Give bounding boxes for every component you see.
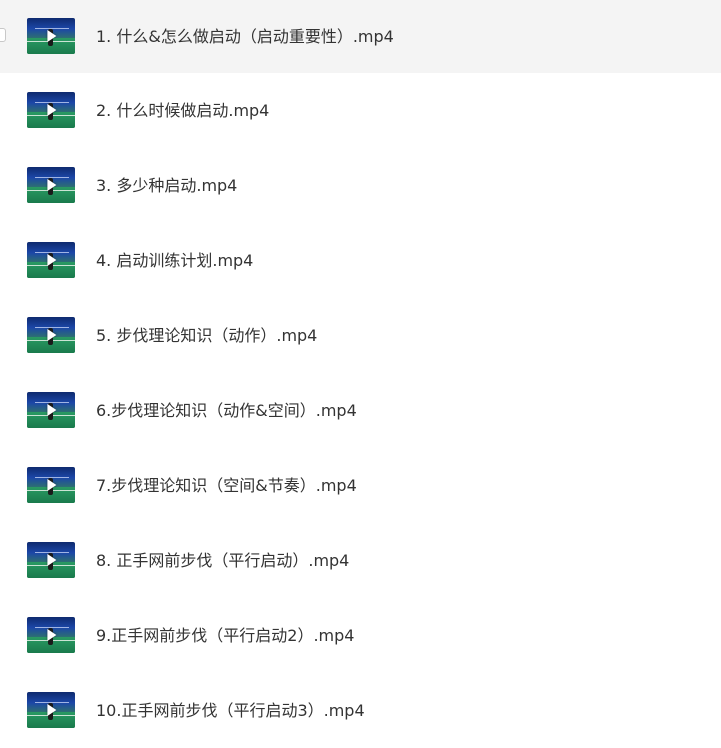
file-name[interactable]: 1. 什么&怎么做启动（启动重要性）.mp4 [96,27,394,47]
video-thumbnail-icon[interactable] [27,317,75,353]
play-icon [47,404,57,416]
play-icon [47,329,57,341]
file-row[interactable]: 5. 步伐理论知识（动作）.mp4 [0,298,721,373]
video-thumbnail-icon[interactable] [27,92,75,128]
file-name[interactable]: 10.正手网前步伐（平行启动3）.mp4 [96,701,365,721]
video-thumbnail-icon[interactable] [27,167,75,203]
play-icon [47,479,57,491]
play-icon [47,30,57,42]
file-name[interactable]: 3. 多少种启动.mp4 [96,176,237,196]
file-row[interactable]: 2. 什么时候做启动.mp4 [0,73,721,148]
play-icon [47,629,57,641]
file-name[interactable]: 9.正手网前步伐（平行启动2）.mp4 [96,626,354,646]
row-checkbox[interactable] [0,28,6,42]
file-name[interactable]: 6.步伐理论知识（动作&空间）.mp4 [96,401,357,421]
file-name[interactable]: 4. 启动训练计划.mp4 [96,251,253,271]
video-thumbnail-icon[interactable] [27,617,75,653]
file-row[interactable]: 4. 启动训练计划.mp4 [0,223,721,298]
file-row[interactable]: 6.步伐理论知识（动作&空间）.mp4 [0,373,721,448]
file-row[interactable]: 3. 多少种启动.mp4 [0,148,721,223]
play-icon [47,554,57,566]
file-name[interactable]: 5. 步伐理论知识（动作）.mp4 [96,326,317,346]
video-thumbnail-icon[interactable] [27,242,75,278]
video-thumbnail-icon[interactable] [27,692,75,728]
file-row[interactable]: 8. 正手网前步伐（平行启动）.mp4 [0,523,721,598]
file-row[interactable]: 7.步伐理论知识（空间&节奏）.mp4 [0,448,721,523]
file-name[interactable]: 2. 什么时候做启动.mp4 [96,101,269,121]
video-thumbnail-icon[interactable] [27,467,75,503]
play-icon [47,104,57,116]
file-row[interactable]: 10.正手网前步伐（平行启动3）.mp4 [0,673,721,748]
file-name[interactable]: 8. 正手网前步伐（平行启动）.mp4 [96,551,349,571]
play-icon [47,179,57,191]
video-thumbnail-icon[interactable] [27,392,75,428]
play-icon [47,704,57,716]
file-name[interactable]: 7.步伐理论知识（空间&节奏）.mp4 [96,476,357,496]
video-thumbnail-icon[interactable] [27,542,75,578]
play-icon [47,254,57,266]
file-list: 1. 什么&怎么做启动（启动重要性）.mp4 2. 什么时候做启动.mp4 3.… [0,0,721,748]
video-thumbnail-icon[interactable] [27,18,75,54]
file-row[interactable]: 1. 什么&怎么做启动（启动重要性）.mp4 [0,0,721,73]
file-row[interactable]: 9.正手网前步伐（平行启动2）.mp4 [0,598,721,673]
